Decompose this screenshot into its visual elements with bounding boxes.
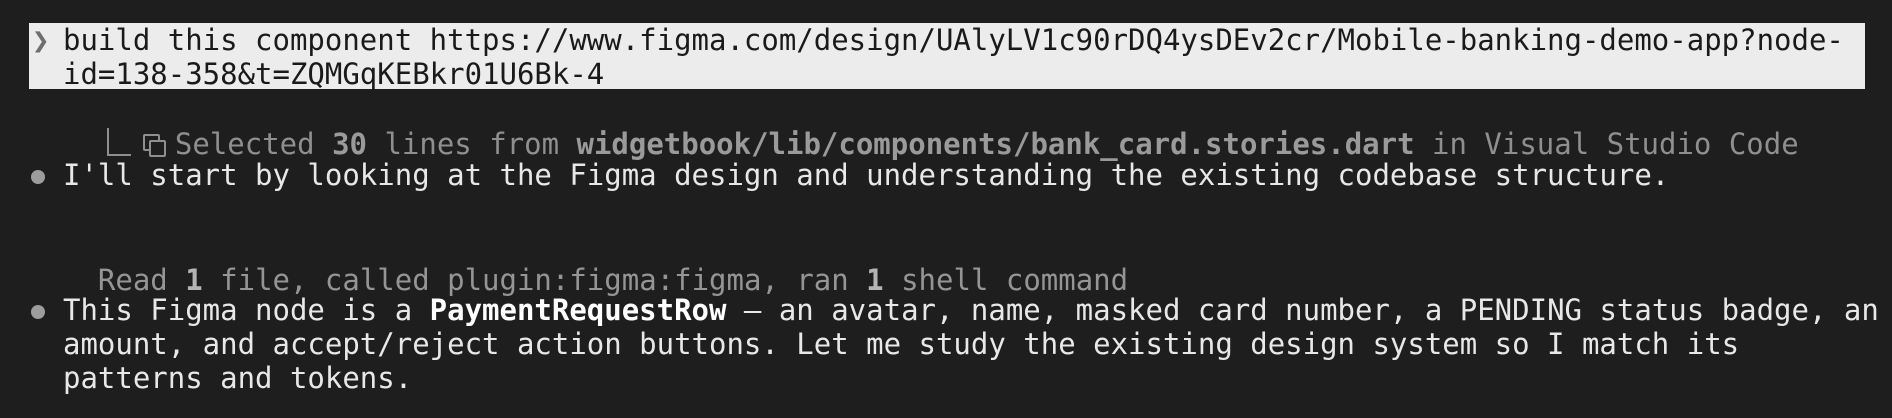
selection-mid: lines from: [366, 127, 577, 161]
selection-file-path[interactable]: widgetbook/lib/components/bank_card.stor…: [577, 127, 1415, 161]
selection-context: Selected 30 lines from widgetbook/lib/co…: [72, 90, 1799, 162]
message-bullet-icon: [31, 170, 45, 184]
tool-summary-end: shell command: [883, 263, 1129, 297]
tool-summary-ran-count: 1: [866, 263, 884, 297]
copy-icon: [142, 134, 166, 157]
user-prompt-text[interactable]: build this component https://www.figma.c…: [63, 23, 1853, 91]
message-2-prefix: This Figma node is a: [63, 293, 430, 327]
chevron-right-icon: ❯: [32, 23, 50, 57]
tool-summary-read-count: 1: [185, 263, 203, 297]
component-name: PaymentRequestRow: [429, 293, 727, 327]
tool-summary-read: Read: [97, 263, 186, 297]
user-prompt-block[interactable]: ❯ build this component https://www.figma…: [29, 23, 1865, 91]
selection-suffix: in Visual Studio Code: [1414, 127, 1799, 161]
tree-connector-icon: [106, 128, 131, 156]
assistant-message-2: This Figma node is a PaymentRequestRow —…: [63, 293, 1883, 395]
tool-summary-middle: file, called plugin:figma:figma, ran: [202, 263, 867, 297]
message-bullet-icon: [31, 305, 45, 319]
tool-summary[interactable]: Read 1 file, called plugin:figma:figma, …: [63, 226, 1128, 298]
selection-line-count: 30: [332, 127, 367, 161]
assistant-message-1: I'll start by looking at the Figma desig…: [63, 158, 1670, 192]
selection-prefix: Selected: [174, 127, 333, 161]
